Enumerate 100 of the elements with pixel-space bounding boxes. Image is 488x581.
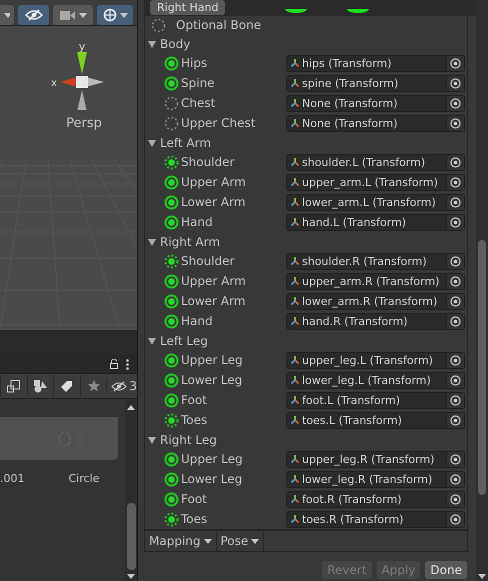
transform-icon <box>290 415 300 425</box>
target-icon[interactable] <box>450 494 461 504</box>
target-icon[interactable] <box>450 454 461 464</box>
target-icon[interactable] <box>450 394 461 406</box>
bone-label: Shoulder <box>180 254 236 268</box>
transform-icon <box>290 316 300 326</box>
expand-icon[interactable] <box>147 336 157 346</box>
target-icon[interactable] <box>450 316 461 326</box>
object-field[interactable]: lower_leg.R (Transform) <box>286 470 465 488</box>
target-icon[interactable] <box>450 58 461 68</box>
object-field[interactable]: None (Transform) <box>286 114 465 132</box>
object-field[interactable]: hand.L (Transform) <box>286 214 465 230</box>
group-label[interactable]: Body <box>160 36 190 50</box>
object-field[interactable]: shoulder.L (Transform) <box>286 154 465 170</box>
scroll-down-icon[interactable] <box>127 574 135 579</box>
menu-dropdown[interactable]: Mapping <box>145 531 216 551</box>
field-value: hand.L (Transform) <box>302 216 406 228</box>
target-icon[interactable] <box>450 118 461 128</box>
target-icon[interactable] <box>450 78 461 88</box>
transform-icon <box>290 78 300 88</box>
bone-button[interactable]: Right Hand <box>150 0 226 15</box>
target-icon[interactable] <box>450 156 461 168</box>
scrollbar-thumb[interactable] <box>126 503 136 570</box>
expand-icon[interactable] <box>147 236 157 246</box>
object-field[interactable]: foot.R (Transform) <box>286 490 465 508</box>
field-value: lower_leg.R (Transform) <box>302 472 432 486</box>
target-icon[interactable] <box>450 216 461 228</box>
menu-dropdown[interactable]: Pose <box>216 531 264 551</box>
transform-icon <box>290 98 300 108</box>
target-icon[interactable] <box>450 296 461 306</box>
object-field[interactable]: upper_arm.L (Transform) <box>286 174 465 190</box>
field-value: hand.R (Transform) <box>302 314 408 328</box>
target-icon[interactable] <box>450 374 461 386</box>
axis-gizmo-drawing[interactable]: y x <box>46 40 122 110</box>
gizmo-button[interactable] <box>97 5 133 25</box>
field-value: shoulder.L (Transform) <box>302 156 426 168</box>
dropdown-button[interactable] <box>0 5 14 25</box>
bone-label: Toes <box>180 512 208 526</box>
expand-icon[interactable] <box>147 434 157 444</box>
transform-icon <box>290 355 300 365</box>
scroll-down-icon[interactable] <box>478 574 486 579</box>
object-field[interactable]: upper_leg.L (Transform) <box>286 352 465 368</box>
bone-label: Upper Arm <box>180 274 247 288</box>
transform-icon <box>290 177 300 187</box>
target-icon[interactable] <box>450 276 461 286</box>
group-label[interactable]: Right Arm <box>160 234 220 248</box>
transform-icon <box>290 197 300 207</box>
bone-label: Chest <box>180 96 216 110</box>
target-icon[interactable] <box>450 414 461 426</box>
caret-icon <box>251 538 260 544</box>
bone-label: Upper Arm <box>180 175 247 189</box>
hidden-eye-icon[interactable] <box>111 380 128 392</box>
caret-icon <box>120 12 128 18</box>
visibility-toggle[interactable] <box>18 5 49 25</box>
target-icon[interactable] <box>450 256 461 266</box>
empty-bone-icon <box>151 18 166 32</box>
target-icon[interactable] <box>450 474 461 484</box>
asset-name[interactable]: .001 <box>0 472 24 485</box>
camera-icon <box>60 10 74 20</box>
object-field[interactable]: lower_leg.L (Transform) <box>286 372 465 388</box>
field-value: upper_arm.R (Transform) <box>302 274 440 288</box>
group-label[interactable]: Left Leg <box>160 334 208 348</box>
target-icon[interactable] <box>450 514 461 524</box>
bone-label: Upper Chest <box>180 116 256 130</box>
object-field[interactable]: lower_arm.L (Transform) <box>286 194 465 210</box>
object-field[interactable]: spine (Transform) <box>286 74 465 92</box>
object-field[interactable]: upper_leg.R (Transform) <box>286 450 465 468</box>
expand-icon[interactable] <box>147 38 157 48</box>
action-button[interactable]: Done <box>425 561 467 579</box>
more-icon[interactable] <box>126 358 129 370</box>
transform-icon <box>290 157 300 167</box>
field-value: lower_leg.L (Transform) <box>302 374 431 386</box>
field-value: lower_arm.R (Transform) <box>302 294 438 308</box>
scroll-up-icon[interactable] <box>127 405 135 410</box>
expand-icon[interactable] <box>147 138 157 148</box>
group-label[interactable]: Right Leg <box>160 432 217 446</box>
object-field[interactable]: toes.L (Transform) <box>286 412 465 428</box>
target-icon[interactable] <box>450 176 461 188</box>
bone-label: Lower Arm <box>180 195 246 209</box>
object-field[interactable]: toes.R (Transform) <box>286 510 465 528</box>
transform-icon <box>290 58 300 68</box>
object-field[interactable]: lower_arm.R (Transform) <box>286 292 465 310</box>
projection-label[interactable]: Persp <box>66 116 102 131</box>
scrollbar-thumb[interactable] <box>478 240 486 495</box>
target-icon[interactable] <box>450 196 461 208</box>
target-icon[interactable] <box>450 354 461 366</box>
target-icon[interactable] <box>450 98 461 108</box>
bone-label: Hand <box>180 314 214 328</box>
asset-name[interactable]: Circle <box>68 472 100 485</box>
object-field[interactable]: upper_arm.R (Transform) <box>286 272 465 290</box>
lock-icon[interactable] <box>110 359 118 369</box>
camera-button[interactable] <box>53 5 93 25</box>
window-icon <box>7 380 20 392</box>
group-label[interactable]: Left Arm <box>160 136 212 150</box>
field-value: foot.R (Transform) <box>302 492 402 506</box>
object-field[interactable]: None (Transform) <box>286 94 465 112</box>
object-field[interactable]: shoulder.R (Transform) <box>286 252 465 270</box>
object-field[interactable]: hips (Transform) <box>286 54 465 72</box>
object-field[interactable]: hand.R (Transform) <box>286 312 465 330</box>
object-field[interactable]: foot.L (Transform) <box>286 392 465 408</box>
